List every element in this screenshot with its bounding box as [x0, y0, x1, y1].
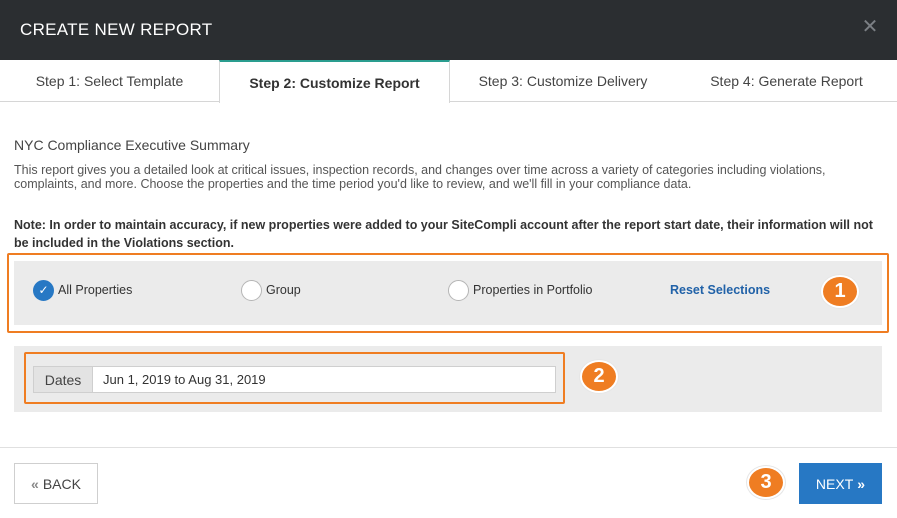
- step-badge-2: 2: [580, 360, 618, 393]
- back-button-label: BACK: [42, 475, 81, 492]
- close-icon[interactable]: ✕: [861, 17, 879, 37]
- radio-label: All Properties: [58, 283, 133, 297]
- radio-properties-in-portfolio[interactable]: Properties in Portfolio: [448, 279, 593, 301]
- radio-label: Group: [266, 283, 301, 297]
- radio-unchecked-icon: [448, 279, 469, 301]
- tab-step-2[interactable]: Step 2: Customize Report: [219, 60, 450, 103]
- step-badge-3: 3: [747, 466, 785, 499]
- radio-checked-icon: ✓: [33, 279, 54, 301]
- next-button[interactable]: NEXT »: [799, 463, 882, 504]
- next-button-label: NEXT: [815, 475, 854, 492]
- dates-label: Dates: [33, 366, 92, 393]
- report-title: NYC Compliance Executive Summary: [14, 137, 250, 153]
- report-description: This report gives you a detailed look at…: [14, 163, 826, 191]
- date-range-input[interactable]: [92, 366, 556, 393]
- report-note: Note: In order to maintain accuracy, if …: [14, 218, 873, 250]
- double-chevron-left-icon: «: [31, 475, 39, 492]
- footer-divider: [0, 447, 897, 448]
- modal-header: CREATE NEW REPORT ✕: [0, 0, 897, 60]
- double-chevron-right-icon: »: [857, 475, 866, 492]
- radio-group[interactable]: Group: [241, 279, 301, 301]
- radio-unchecked-icon: [241, 279, 262, 301]
- tab-step-1[interactable]: Step 1: Select Template: [0, 60, 219, 102]
- step-badge-1: 1: [821, 275, 859, 308]
- modal-title: CREATE NEW REPORT: [20, 20, 213, 39]
- tab-step-4[interactable]: Step 4: Generate Report: [676, 60, 897, 102]
- radio-label: Properties in Portfolio: [473, 283, 593, 297]
- back-button[interactable]: « BACK: [14, 463, 98, 504]
- radio-all-properties[interactable]: ✓ All Properties: [33, 279, 132, 301]
- reset-selections-link[interactable]: Reset Selections: [670, 283, 770, 297]
- tab-step-3[interactable]: Step 3: Customize Delivery: [450, 60, 676, 102]
- step-tabs: Step 1: Select Template Step 2: Customiz…: [0, 60, 897, 103]
